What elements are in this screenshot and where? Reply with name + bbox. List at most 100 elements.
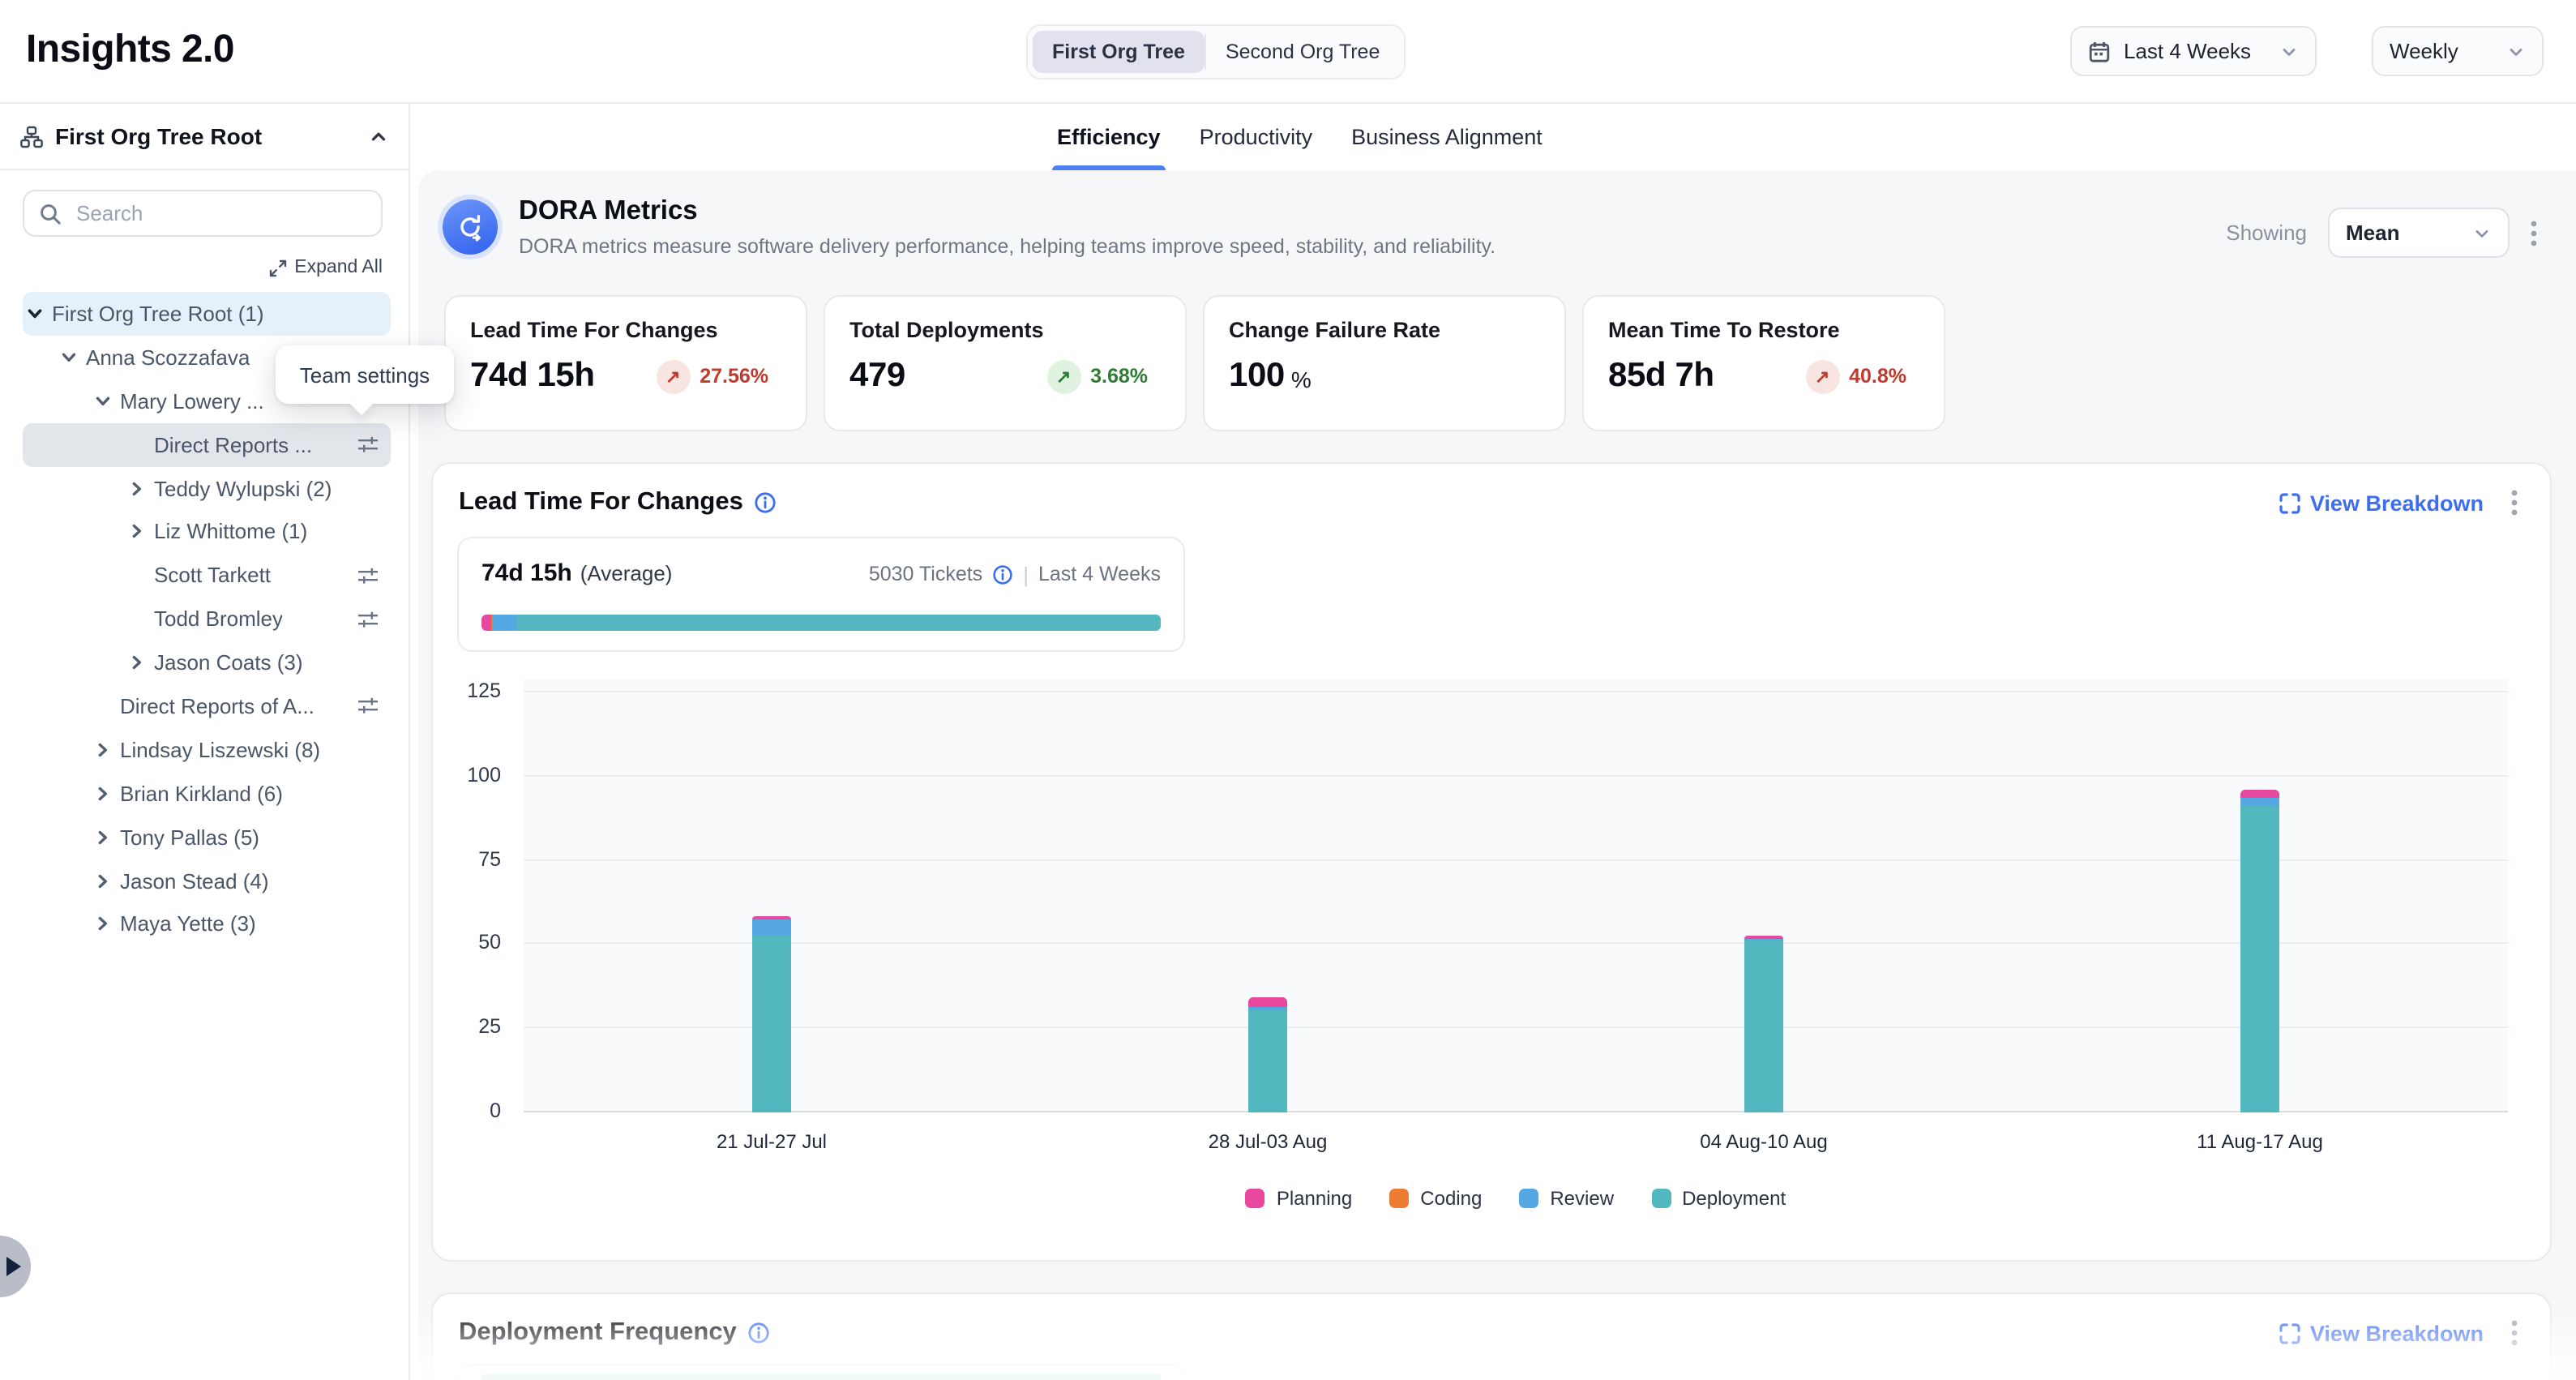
chevron-right-icon[interactable] [91,869,113,892]
chevron-down-icon [2279,41,2299,61]
toggle-second-org-tree[interactable]: Second Org Tree [1206,31,1399,73]
tree-item[interactable]: First Org Tree Root (1) [23,292,391,336]
tree-item[interactable]: Todd Bromley [23,597,391,641]
tree-item-label: Liz Whittome (1) [154,520,307,544]
chevron-spacer [91,695,113,718]
tree-item[interactable]: Brian Kirkland (6) [23,772,391,816]
granularity-select[interactable]: Weekly [2372,26,2544,76]
metric-card[interactable]: Mean Time To Restore85d 7h↗40.8% [1582,295,1945,431]
sidebar-divider [409,104,410,1380]
tree-item-label: Anna Scozzafava [86,345,250,370]
legend-item-deployment[interactable]: Deployment [1651,1187,1786,1210]
metric-card-label: Lead Time For Changes [470,318,781,342]
expand-corners-icon [2279,1322,2300,1344]
bars-container [524,679,2508,1112]
metric-card-value: 85d 7h [1608,357,1714,396]
kebab-menu-icon[interactable] [2511,1320,2518,1346]
trend-up-arrow-icon: ↗ [1805,359,1839,393]
chevron-right-icon[interactable] [91,782,113,804]
deployment-frequency-header: Deployment Frequency View Breakdown [433,1294,2550,1348]
showing-value: Mean [2346,221,2399,245]
team-settings-tooltip: Team settings [276,345,454,404]
bar-segment-deployment[interactable] [2240,807,2279,1112]
lead-time-section: Lead Time For Changes View Breakdown [431,462,2552,1262]
bar-segment-planning[interactable] [1248,997,1287,1007]
toggle-first-org-tree[interactable]: First Org Tree [1033,31,1205,73]
tree-item-label: Tony Pallas (5) [120,825,259,849]
metric-card[interactable]: Total Deployments479↗3.68% [824,295,1187,431]
tab-business-alignment[interactable]: Business Alignment [1350,104,1544,170]
dora-metrics-title: DORA Metrics [519,196,698,227]
play-arrow-icon [6,1257,21,1276]
showing-select[interactable]: Mean [2328,208,2510,258]
tree-item[interactable]: Direct Reports of A... [23,684,391,728]
legend-swatch [1246,1189,1265,1208]
info-icon[interactable] [992,564,1013,585]
tree-item[interactable]: Tony Pallas (5) [23,815,391,859]
bar-11-aug-17-aug[interactable] [2012,679,2508,1112]
team-settings-icon[interactable] [357,564,379,587]
info-icon[interactable] [748,1322,771,1344]
sidebar-collapse-chevron-icon[interactable] [368,126,389,147]
tickets-count: 5030 Tickets [869,563,982,585]
tree-item[interactable]: Jason Stead (4) [23,859,391,902]
view-breakdown-button[interactable]: View Breakdown [2279,1321,2484,1345]
dora-metrics-description: DORA metrics measure software delivery p… [519,235,1496,258]
chevron-right-icon[interactable] [91,825,113,848]
chevron-down-icon[interactable] [23,302,45,325]
tree-item[interactable]: Lindsay Liszewski (8) [23,728,391,772]
tree-item[interactable]: Direct Reports ... [23,422,391,466]
chevron-down-icon[interactable] [91,389,113,412]
expand-all-button[interactable]: Expand All [268,258,383,277]
average-suffix: (Average) [580,561,673,585]
bar-21-jul-27-jul[interactable] [524,679,1020,1112]
kebab-menu-icon[interactable] [2531,220,2537,246]
team-settings-icon[interactable] [357,433,379,456]
bar-segment-deployment[interactable] [1744,941,1783,1112]
chevron-right-icon[interactable] [125,477,148,499]
legend-label: Deployment [1682,1187,1786,1210]
tab-efficiency[interactable]: Efficiency [1055,104,1162,170]
calendar-icon [2088,40,2111,62]
org-tree-toggle: First Org Tree Second Org Tree [1026,24,1406,79]
date-range-select[interactable]: Last 4 Weeks [2070,26,2317,76]
bar-28-jul-03-aug[interactable] [1020,679,1516,1112]
legend-item-coding[interactable]: Coding [1389,1187,1482,1210]
kebab-menu-icon[interactable] [2511,490,2518,516]
org-tree-icon [19,124,44,148]
bar-segment-review[interactable] [752,919,791,936]
tree-item-label: Jason Stead (4) [120,868,269,893]
org-tree-sidebar: First Org Tree Root Expand All First Org… [0,104,409,1380]
metric-card[interactable]: Lead Time For Changes74d 15h↗27.56% [444,295,807,431]
chevron-right-icon[interactable] [125,521,148,543]
legend-item-planning[interactable]: Planning [1246,1187,1352,1210]
legend-swatch [1519,1189,1538,1208]
bar-segment-deployment[interactable] [752,936,791,1112]
tooltip-text: Team settings [300,362,430,387]
chevron-down-icon[interactable] [57,346,79,369]
team-settings-icon[interactable] [357,607,379,630]
search-input[interactable] [73,199,366,227]
tree-item[interactable]: Maya Yette (3) [23,902,391,946]
page-title: Insights 2.0 [26,28,234,73]
tree-item[interactable]: Teddy Wylupski (2) [23,466,391,510]
legend-item-review[interactable]: Review [1519,1187,1614,1210]
chevron-down-icon [2472,223,2492,242]
x-axis-label: 21 Jul-27 Jul [524,1130,1020,1153]
bar-segment-review[interactable] [2240,799,2279,807]
tree-item[interactable]: Scott Tarkett [23,554,391,598]
bar-segment-planning[interactable] [2240,790,2279,798]
info-icon[interactable] [755,491,777,514]
sidebar-root-title: First Org Tree Root [55,123,262,149]
chevron-right-icon[interactable] [91,739,113,761]
bar-segment-deployment[interactable] [1248,1010,1287,1112]
bar-04-aug-10-aug[interactable] [1516,679,2012,1112]
chevron-right-icon[interactable] [91,913,113,936]
metric-card[interactable]: Change Failure Rate100% [1203,295,1566,431]
tree-item[interactable]: Liz Whittome (1) [23,510,391,554]
tree-item[interactable]: Jason Coats (3) [23,641,391,684]
tab-productivity[interactable]: Productivity [1198,104,1315,170]
team-settings-icon[interactable] [357,695,379,718]
chevron-right-icon[interactable] [125,651,148,674]
view-breakdown-button[interactable]: View Breakdown [2279,491,2484,515]
